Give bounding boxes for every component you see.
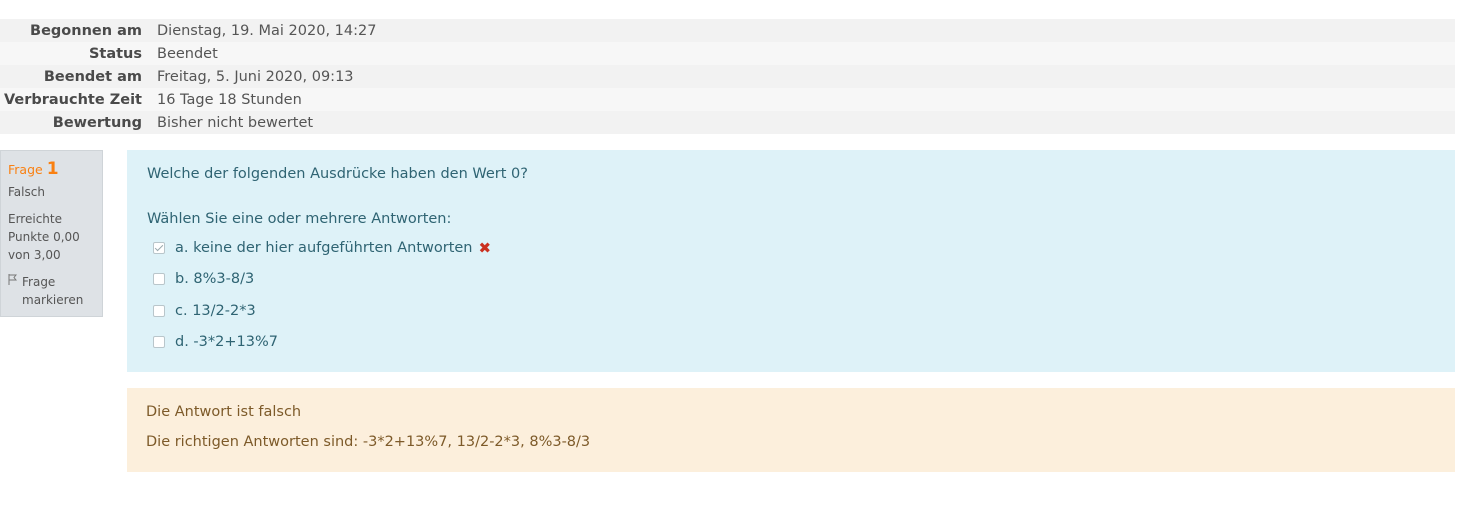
answer-label: d. -3*2+13%7: [175, 334, 278, 351]
summary-value: Beendet: [157, 45, 218, 62]
attempt-summary-table: Begonnen am Dienstag, 19. Mai 2020, 14:2…: [0, 19, 1455, 134]
answer-option-d: d. -3*2+13%7: [147, 327, 1435, 359]
summary-label: Verbrauchte Zeit: [3, 91, 142, 108]
summary-label: Begonnen am: [30, 22, 142, 39]
summary-label: Status: [88, 45, 142, 62]
feedback-correct-answers: Die richtigen Antworten sind: -3*2+13%7,…: [146, 434, 591, 450]
summary-row-status: Status Beendet: [0, 42, 1455, 65]
question-number-value: 1: [46, 159, 59, 179]
answer-option-b: b. 8%3-8/3: [147, 264, 1435, 296]
summary-row-time-taken: Verbrauchte Zeit 16 Tage 18 Stunden: [0, 88, 1455, 111]
summary-value: Freitag, 5. Juni 2020, 09:13: [157, 68, 354, 85]
incorrect-icon: ✖: [478, 238, 492, 257]
question-text: Welche der folgenden Ausdrücke haben den…: [147, 166, 528, 182]
flag-question-link[interactable]: Frage markieren: [8, 273, 102, 309]
question-number: Frage 1: [8, 160, 102, 179]
summary-label: Beendet am: [43, 68, 142, 85]
answer-label: b. 8%3-8/3: [175, 271, 255, 288]
question-grade: Erreichte Punkte 0,00 von 3,00: [8, 212, 80, 262]
answer-label: a. keine der hier aufgeführten Antworten: [175, 239, 473, 256]
answer-option-c: c. 13/2-2*3: [147, 295, 1435, 327]
summary-value: Dienstag, 19. Mai 2020, 14:27: [157, 22, 377, 39]
summary-value: Bisher nicht bewertet: [157, 114, 314, 131]
question-prefix: Frage: [8, 162, 43, 177]
summary-label: Bewertung: [52, 114, 142, 131]
flag-icon: [8, 273, 18, 291]
answer-checkbox[interactable]: [153, 336, 165, 349]
summary-value: 16 Tage 18 Stunden: [157, 91, 302, 108]
question-state: Falsch: [8, 185, 45, 199]
summary-row-started: Begonnen am Dienstag, 19. Mai 2020, 14:2…: [0, 19, 1455, 42]
question-info-panel: Frage 1 Falsch Erreichte Punkte 0,00 von…: [0, 150, 103, 317]
summary-row-finished: Beendet am Freitag, 5. Juni 2020, 09:13: [0, 65, 1455, 88]
summary-row-grade: Bewertung Bisher nicht bewertet: [0, 111, 1455, 134]
feedback-result: Die Antwort ist falsch: [146, 404, 302, 420]
answer-prompt: Wählen Sie eine oder mehrere Antworten:: [147, 211, 452, 227]
answer-label: c. 13/2-2*3: [175, 302, 256, 319]
question-formulation: Welche der folgenden Ausdrücke haben den…: [127, 150, 1455, 372]
flag-question-label: Frage markieren: [22, 275, 84, 307]
answer-checkbox[interactable]: [153, 273, 165, 286]
answer-option-a: a. keine der hier aufgeführten Antworten…: [147, 232, 1435, 264]
answer-checkbox[interactable]: [153, 241, 165, 254]
answer-checkbox[interactable]: [153, 304, 165, 317]
answer-list: a. keine der hier aufgeführten Antworten…: [147, 232, 1435, 358]
feedback-panel: Die Antwort ist falsch Die richtigen Ant…: [127, 388, 1455, 472]
